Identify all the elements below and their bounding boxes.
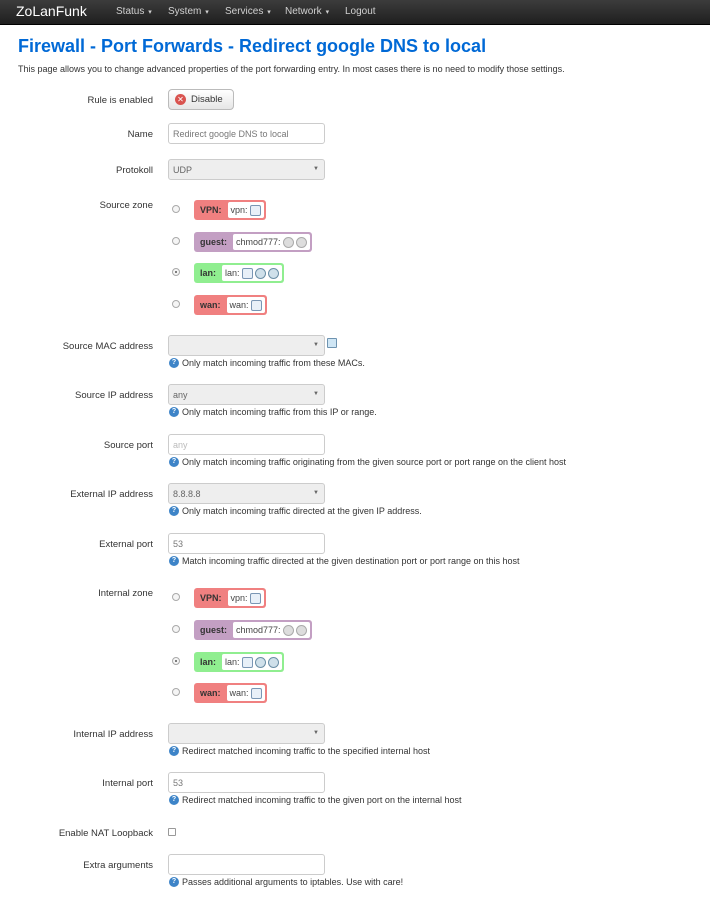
help-icon: ? xyxy=(169,877,179,887)
external-ip-label: External IP address xyxy=(70,489,153,500)
network-icon xyxy=(250,687,262,699)
chevron-down-icon: ▼ xyxy=(313,730,319,736)
caret-down-icon: ▾ xyxy=(146,9,152,16)
source-zone-radio-guest[interactable] xyxy=(172,237,180,245)
page-title: Firewall - Port Forwards - Redirect goog… xyxy=(18,36,487,56)
source-ip-select[interactable]: any ▼ xyxy=(168,384,325,405)
internal-zone-radio-guest[interactable] xyxy=(172,625,180,633)
internal-ip-select[interactable]: ▼ xyxy=(168,723,325,744)
nav-logout[interactable]: Logout xyxy=(345,6,376,17)
source-mac-help: ? Only match incoming traffic from these … xyxy=(169,358,365,368)
source-mac-select[interactable]: ▼ xyxy=(168,335,325,356)
internal-zone-radio-vpn[interactable] xyxy=(172,593,180,601)
source-zone-label: Source zone xyxy=(99,200,153,211)
source-ip-help: ? Only match incoming traffic from this I… xyxy=(169,407,377,417)
internal-zone-vpn: VPN: vpn: xyxy=(194,588,266,608)
extra-args-help: ? Passes additional arguments to iptables… xyxy=(169,877,403,887)
wifi-icon xyxy=(254,656,266,668)
name-label: Name xyxy=(127,129,153,140)
help-icon: ? xyxy=(169,746,179,756)
name-input[interactable]: Redirect google DNS to local xyxy=(168,123,325,144)
brand-logo[interactable]: ZoLanFunk xyxy=(16,3,87,19)
external-port-input[interactable]: 53 xyxy=(168,533,325,554)
source-zone-guest: guest: chmod777: xyxy=(194,232,312,252)
page-description: This page allows you to change advanced … xyxy=(18,64,565,74)
network-icon xyxy=(250,299,262,311)
internal-zone-wan: wan: wan: xyxy=(194,683,267,703)
source-zone-radio-lan[interactable] xyxy=(172,268,180,276)
internal-zone-radio-wan[interactable] xyxy=(172,688,180,696)
nat-loopback-checkbox[interactable] xyxy=(168,828,176,836)
network-icon xyxy=(241,656,253,668)
nav-system[interactable]: System ▾ xyxy=(168,6,209,17)
wifi-icon xyxy=(267,267,279,279)
disable-button[interactable]: ✕ Disable xyxy=(168,89,234,110)
internal-port-label: Internal port xyxy=(102,778,153,789)
nav-status[interactable]: Status ▾ xyxy=(116,6,152,17)
nav-services[interactable]: Services ▾ xyxy=(225,6,271,17)
external-ip-select[interactable]: 8.8.8.8 ▼ xyxy=(168,483,325,504)
internal-zone-guest: guest: chmod777: xyxy=(194,620,312,640)
wifi-icon xyxy=(254,267,266,279)
add-entry-icon[interactable] xyxy=(327,338,337,348)
wifi-off-icon xyxy=(282,624,294,636)
network-icon xyxy=(249,592,261,604)
network-icon xyxy=(249,204,261,216)
network-icon xyxy=(241,267,253,279)
help-icon: ? xyxy=(169,358,179,368)
rule-enabled-label: Rule is enabled xyxy=(87,95,154,106)
chevron-down-icon: ▼ xyxy=(313,166,319,172)
source-zone-wan: wan: wan: xyxy=(194,295,267,315)
internal-port-help: ? Redirect matched incoming traffic to th… xyxy=(169,795,462,805)
source-port-label: Source port xyxy=(103,440,153,451)
caret-down-icon: ▾ xyxy=(265,9,271,16)
extra-args-input[interactable] xyxy=(168,854,325,875)
source-mac-label: Source MAC address xyxy=(62,341,153,352)
internal-zone-label: Internal zone xyxy=(98,588,153,599)
external-port-label: External port xyxy=(99,539,153,550)
help-icon: ? xyxy=(169,556,179,566)
protocol-select[interactable]: UDP ▼ xyxy=(168,159,325,180)
help-icon: ? xyxy=(169,407,179,417)
help-icon: ? xyxy=(169,506,179,516)
wifi-off-icon xyxy=(295,624,307,636)
wifi-off-icon xyxy=(295,236,307,248)
source-port-input[interactable]: any xyxy=(168,434,325,455)
external-port-help: ? Match incoming traffic directed at the … xyxy=(169,556,520,566)
nat-loopback-label: Enable NAT Loopback xyxy=(58,828,153,839)
extra-args-label: Extra arguments xyxy=(83,860,153,871)
internal-port-input[interactable]: 53 xyxy=(168,772,325,793)
wifi-icon xyxy=(267,656,279,668)
chevron-down-icon: ▼ xyxy=(313,490,319,496)
source-port-help: ? Only match incoming traffic originating… xyxy=(169,457,566,467)
nav-network[interactable]: Network ▾ xyxy=(285,6,329,17)
top-navbar: ZoLanFunk Status ▾ System ▾ Services ▾ N… xyxy=(0,0,710,25)
close-icon: ✕ xyxy=(175,94,186,105)
source-zone-lan: lan: lan: xyxy=(194,263,284,283)
chevron-down-icon: ▼ xyxy=(313,342,319,348)
source-ip-label: Source IP address xyxy=(75,390,153,401)
external-ip-help: ? Only match incoming traffic directed at… xyxy=(169,506,422,516)
internal-ip-help: ? Redirect matched incoming traffic to th… xyxy=(169,746,430,756)
help-icon: ? xyxy=(169,795,179,805)
wifi-off-icon xyxy=(282,236,294,248)
internal-zone-lan: lan: lan: xyxy=(194,652,284,672)
caret-down-icon: ▾ xyxy=(323,9,330,16)
help-icon: ? xyxy=(169,457,179,467)
source-zone-radio-vpn[interactable] xyxy=(172,205,180,213)
chevron-down-icon: ▼ xyxy=(313,391,319,397)
caret-down-icon: ▾ xyxy=(203,9,209,16)
internal-ip-label: Internal IP address xyxy=(73,729,153,740)
source-zone-vpn: VPN: vpn: xyxy=(194,200,266,220)
source-zone-radio-wan[interactable] xyxy=(172,300,180,308)
internal-zone-radio-lan[interactable] xyxy=(172,657,180,665)
protocol-label: Protokoll xyxy=(116,165,153,176)
